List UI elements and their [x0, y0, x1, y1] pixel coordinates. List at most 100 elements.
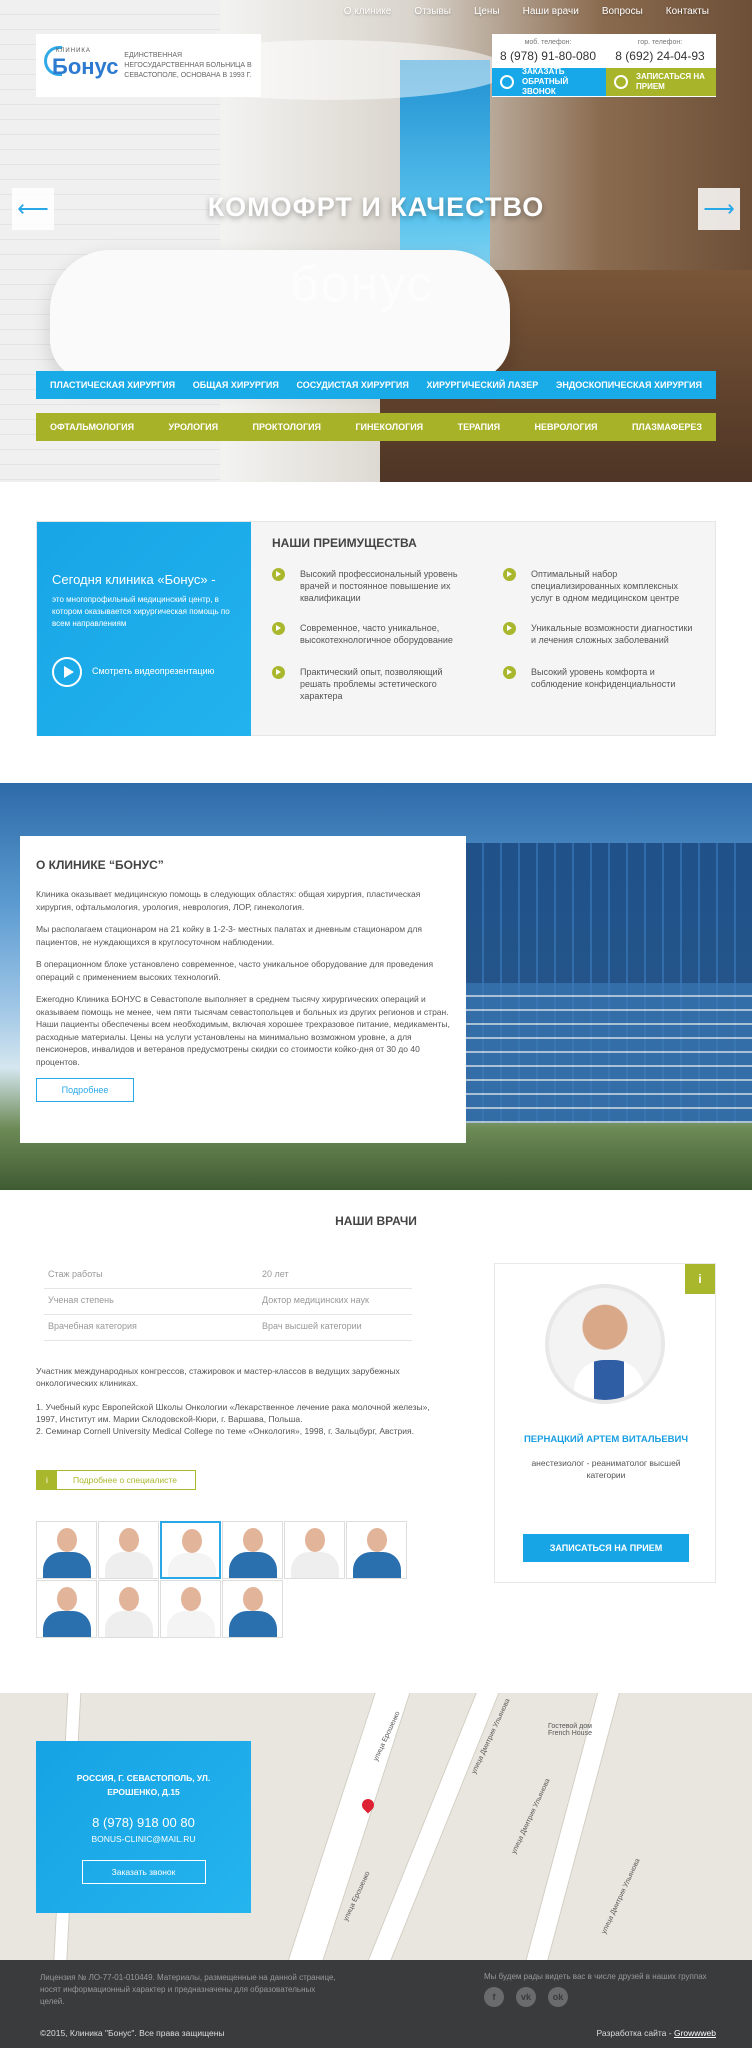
doctor-more-label: Подробнее о специалисте [73, 1475, 177, 1485]
doctor-name: ПЕРНАЦКИЙ АРТЕМ ВИТАЛЬЕВИЧ [523, 1434, 689, 1445]
nav-about[interactable]: О клинике [328, 6, 399, 17]
doctor-thumbnail[interactable] [222, 1580, 283, 1638]
bullet-arrow-icon [503, 568, 516, 581]
about-more-button[interactable]: Подробнее [36, 1078, 134, 1102]
nav-doctors[interactable]: Наши врачи [507, 6, 586, 17]
doctor-description: Участник международных конгрессов, стажи… [36, 1365, 436, 1437]
bullet-arrow-icon [503, 622, 516, 635]
bullet-arrow-icon [272, 568, 285, 581]
advantage-item: Современное, часто уникальное, высокотех… [272, 622, 462, 646]
stat-label: Врачебная категория [48, 1321, 137, 1331]
advantage-text: Оптимальный набор специализированных ком… [531, 569, 680, 603]
intro-panel: Сегодня клиника «Бонус» - это многопрофи… [37, 522, 251, 736]
service-proctology[interactable]: Проктология [247, 422, 327, 432]
service-general-surgery[interactable]: Общая хирургия [187, 380, 285, 390]
map-poi-label: Гостевой дом French House [548, 1723, 592, 1737]
play-icon[interactable] [52, 657, 82, 687]
stat-label: Стаж работы [48, 1269, 103, 1279]
doctor-thumbnail[interactable] [36, 1521, 97, 1579]
appointment-label: Записаться на прием [636, 72, 705, 91]
about-building-windows [430, 983, 752, 1123]
service-therapy[interactable]: Терапия [452, 422, 507, 432]
advantage-item: Практический опыт, позволяющий решать пр… [272, 666, 462, 702]
vk-icon[interactable]: vk [516, 1987, 536, 2007]
callback-button[interactable]: Заказать обратный звонок [492, 67, 606, 96]
service-endoscopic-surgery[interactable]: Эндоскопическая хирургия [550, 380, 708, 390]
callback-label: Заказать обратный звонок [522, 67, 569, 96]
services-bar-surgery: Пластическая хирургия Общая хирургия Сос… [36, 371, 716, 399]
contact-card: РОССИЯ, Г. СЕВАСТОПОЛЬ, УЛ. ЕРОШЕНКО, Д.… [36, 1741, 251, 1913]
bullet-arrow-icon [503, 666, 516, 679]
map-street-label: улица Дмитрия Ульянова [510, 1777, 552, 1856]
nav-reviews[interactable]: Отзывы [398, 6, 458, 17]
appointment-button[interactable]: Записаться на прием [606, 68, 716, 96]
info-icon: i [37, 1471, 57, 1489]
developer-label: Разработка сайта - [596, 2028, 674, 2038]
footer: Лицензия № ЛО-77-01-010449. Материалы, р… [0, 1960, 752, 2048]
odnoklassniki-icon[interactable]: ok [548, 1987, 568, 2007]
stat-value: 20 лет [262, 1269, 289, 1279]
city-phone-number[interactable]: 8 (692) 24-04-93 [604, 49, 716, 63]
doctor-thumbnail[interactable] [284, 1521, 345, 1579]
doctor-stat-row: Ученая степень Доктор медицинских наук [44, 1289, 412, 1315]
service-gynecology[interactable]: Гинекология [349, 422, 429, 432]
hero-banner: О клинике Отзывы Цены Наши врачи Вопросы… [0, 0, 752, 482]
service-laser-surgery[interactable]: Хирургический лазер [421, 380, 545, 390]
doctor-thumbnail[interactable] [36, 1580, 97, 1638]
mobile-phone-label: моб. телефон: [524, 39, 572, 46]
footer-license: Лицензия № ЛО-77-01-010449. Материалы, р… [40, 1973, 336, 2006]
service-ophthalmology[interactable]: Офтальмология [44, 422, 140, 432]
stat-label: Ученая степень [48, 1295, 114, 1305]
footer-copyright: ©2015, Клиника "Бонус". Все права защище… [40, 2028, 225, 2038]
hero-title: КОМОФРТ И КАЧЕСТВО [207, 192, 545, 222]
footer-developer: Разработка сайта - Growwweb [596, 2028, 716, 2038]
service-plasmapheresis[interactable]: Плазмаферез [626, 422, 708, 432]
doctor-card: i ПЕРНАЦКИЙ АРТЕМ ВИТАЛЬЕВИЧ анестезиоло… [494, 1263, 716, 1583]
nav-contacts[interactable]: Контакты [650, 6, 716, 17]
top-nav: О клинике Отзывы Цены Наши врачи Вопросы… [328, 6, 716, 17]
doctor-thumbnail[interactable] [222, 1521, 283, 1579]
doctor-more-button[interactable]: i Подробнее о специалисте [36, 1470, 196, 1490]
contact-email[interactable]: BONUS-CLINIC@MAIL.RU [36, 1834, 251, 1844]
advantage-text: Современное, часто уникальное, высокотех… [300, 623, 453, 645]
developer-link[interactable]: Growwweb [674, 2028, 716, 2038]
about-paragraph: В операционном блоке установлено совреме… [36, 959, 434, 982]
intro-title: Сегодня клиника «Бонус» - [52, 572, 216, 587]
nav-questions[interactable]: Вопросы [586, 6, 650, 17]
doctor-photo [545, 1284, 665, 1404]
doctor-text: Участник международных конгрессов, стажи… [36, 1366, 400, 1388]
video-link[interactable]: Смотреть видеопрезентацию [92, 666, 214, 676]
advantage-text: Практический опыт, позволяющий решать пр… [300, 667, 443, 701]
service-neurology[interactable]: Неврология [529, 422, 604, 432]
info-icon[interactable]: i [685, 1264, 715, 1294]
hero-brand-sign: бонус [290, 256, 434, 312]
order-call-button[interactable]: Заказать звонок [81, 1860, 206, 1884]
contact-phone[interactable]: 8 (978) 918 00 80 [36, 1815, 251, 1830]
bullet-arrow-icon [272, 666, 285, 679]
advantage-text: Высокий профессиональный уровень врачей … [300, 569, 458, 603]
doctor-thumbnail[interactable] [98, 1580, 159, 1638]
advantages-title: НАШИ ПРЕИМУЩЕСТВА [272, 536, 417, 550]
service-vascular-surgery[interactable]: Сосудистая хирургия [291, 380, 415, 390]
advantage-text: Уникальные возможности диагностики и леч… [531, 623, 693, 645]
doctor-stat-row: Стаж работы 20 лет [44, 1263, 412, 1289]
bullet-arrow-icon [272, 622, 285, 635]
stat-value: Врач высшей категории [262, 1321, 362, 1331]
hero-reception-desk [50, 250, 510, 380]
nav-prices[interactable]: Цены [458, 6, 507, 17]
doctor-thumbnail-selected[interactable] [160, 1521, 221, 1579]
doctor-thumbnail[interactable] [98, 1521, 159, 1579]
doctor-thumbnails [36, 1521, 407, 1638]
doctor-thumbnail[interactable] [346, 1521, 407, 1579]
mobile-phone-number[interactable]: 8 (978) 91-80-080 [492, 49, 604, 63]
doctor-text: 1. Учебный курс Европейской Школы Онколо… [36, 1402, 430, 1424]
facebook-icon[interactable]: f [484, 1987, 504, 2007]
advantage-item: Высокий уровень комфорта и соблюдение ко… [503, 666, 693, 690]
doctor-stat-row: Врачебная категория Врач высшей категории [44, 1315, 412, 1341]
doctor-appointment-button[interactable]: ЗАПИСАТЬСЯ НА ПРИЕМ [523, 1534, 689, 1562]
doctor-thumbnail[interactable] [160, 1580, 221, 1638]
site-logo[interactable]: КЛИНИКА Бонус Единственная негосударстве… [36, 34, 261, 97]
doctors-title: НАШИ ВРАЧИ [335, 1214, 417, 1228]
service-urology[interactable]: Урология [163, 422, 225, 432]
service-plastic-surgery[interactable]: Пластическая хирургия [44, 380, 181, 390]
